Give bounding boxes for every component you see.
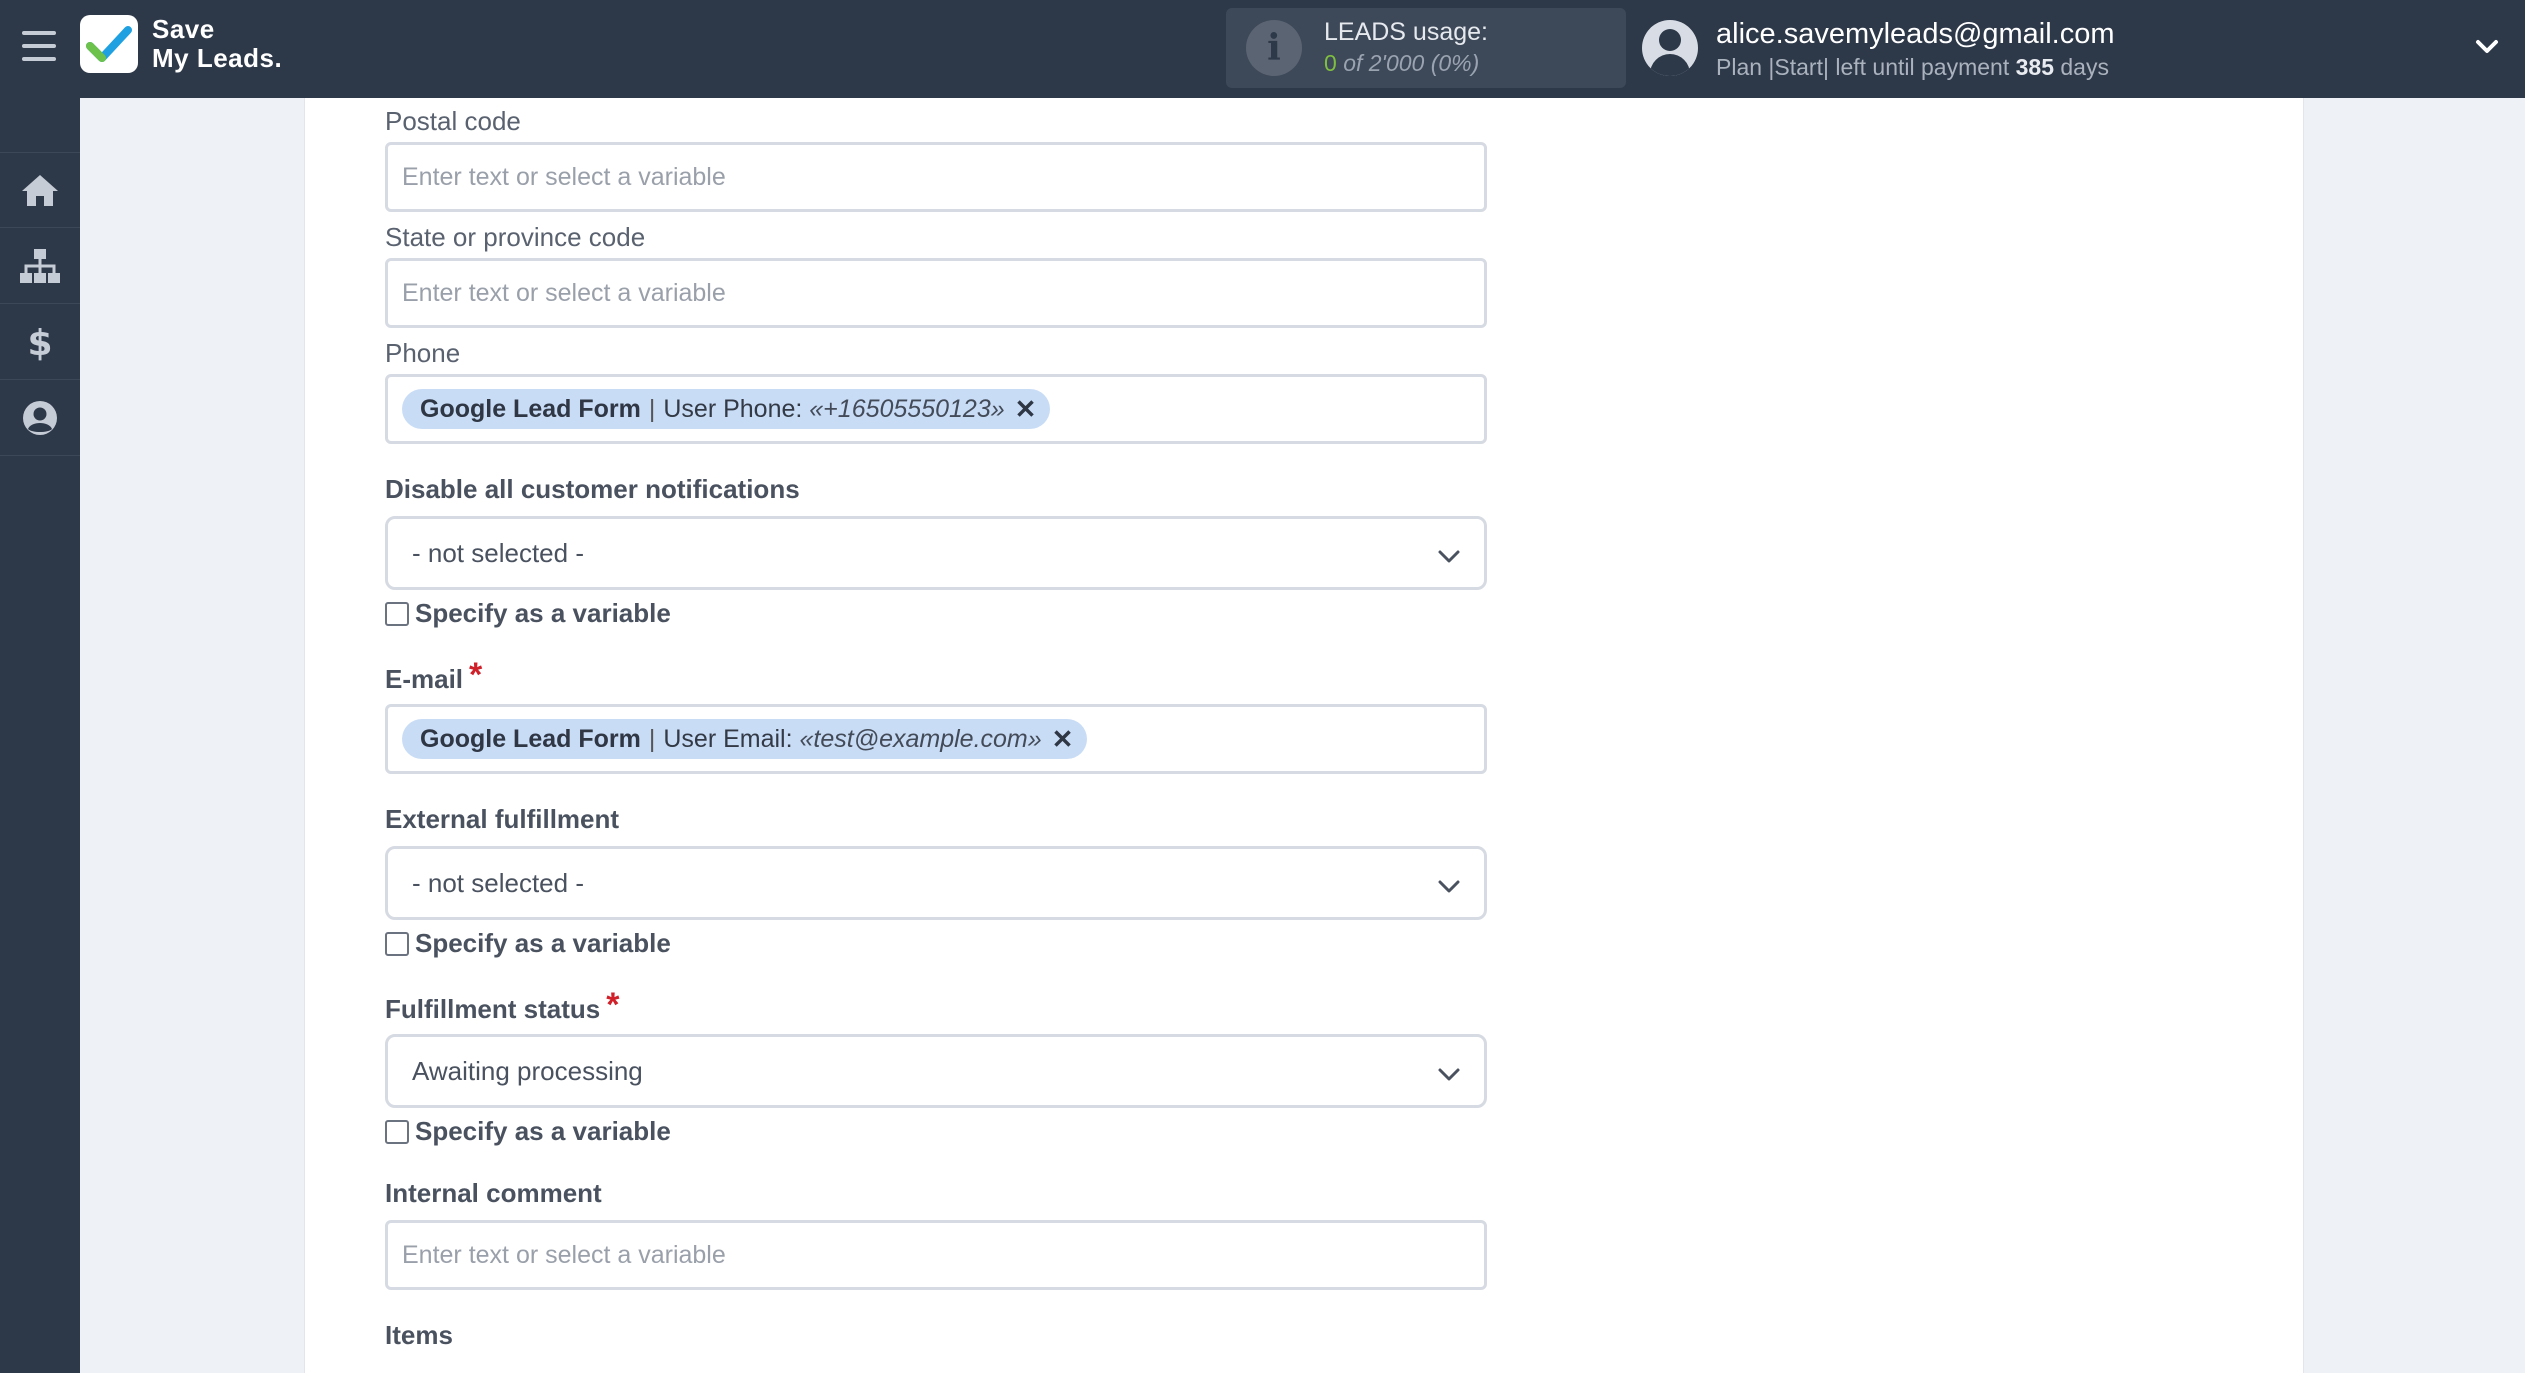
- required-mark: *: [606, 986, 620, 1024]
- user-plan: Plan |Start| left until payment 385 days: [1716, 54, 2109, 80]
- user-email: alice.savemyleads@gmail.com: [1716, 18, 2115, 50]
- dollar-icon: $: [27, 323, 52, 362]
- external-fulfillment-select[interactable]: - not selected -: [385, 846, 1487, 920]
- external-fulfillment-value: - not selected -: [412, 867, 584, 898]
- required-mark: *: [469, 656, 483, 694]
- logo-text: Save My Leads.: [152, 14, 283, 73]
- info-icon: i: [1246, 20, 1302, 76]
- email-label: E-mail *: [385, 656, 483, 694]
- main-panel: Postal code State or province code Phone…: [304, 98, 2304, 1373]
- remove-tag-icon[interactable]: ✕: [1052, 724, 1074, 755]
- leads-usage-value: 0 of 2'000 (0%): [1324, 50, 1480, 76]
- disable-notifications-value: - not selected -: [412, 537, 584, 568]
- chevron-down-icon[interactable]: [2474, 34, 2500, 60]
- phone-input[interactable]: Google Lead Form | User Phone: «+1650555…: [385, 374, 1487, 444]
- internal-comment-input[interactable]: [385, 1220, 1487, 1290]
- sidebar-item-home[interactable]: [0, 152, 80, 228]
- external-fulfillment-label: External fulfillment: [385, 804, 620, 834]
- checkbox-box[interactable]: [385, 1119, 409, 1144]
- remove-tag-icon[interactable]: ✕: [1015, 394, 1037, 425]
- avatar[interactable]: [1642, 20, 1698, 76]
- postal-code-label: Postal code: [385, 106, 521, 136]
- top-bar: Save My Leads. i LEADS usage: 0 of 2'000…: [0, 0, 2525, 98]
- disable-notifications-variable-checkbox[interactable]: Specify as a variable: [385, 598, 671, 629]
- fulfillment-status-select[interactable]: Awaiting processing: [385, 1034, 1487, 1108]
- email-input[interactable]: Google Lead Form | User Email: «test@exa…: [385, 704, 1487, 774]
- leads-usage-widget[interactable]: i LEADS usage: 0 of 2'000 (0%): [1226, 8, 1626, 88]
- internal-comment-label: Internal comment: [385, 1178, 602, 1208]
- sidebar-item-billing[interactable]: $: [0, 304, 80, 380]
- logo-check-icon: [80, 15, 138, 73]
- sitemap-icon: [20, 248, 60, 283]
- phone-variable-tag[interactable]: Google Lead Form | User Phone: «+1650555…: [402, 389, 1051, 429]
- fulfillment-status-variable-checkbox[interactable]: Specify as a variable: [385, 1116, 671, 1147]
- sidebar: $: [0, 98, 80, 1373]
- svg-text:$: $: [27, 323, 52, 362]
- email-variable-tag[interactable]: Google Lead Form | User Email: «test@exa…: [402, 719, 1088, 759]
- checkbox-box[interactable]: [385, 931, 409, 956]
- state-code-label: State or province code: [385, 222, 646, 252]
- leads-usage-title: LEADS usage:: [1324, 18, 1488, 46]
- menu-icon[interactable]: [22, 31, 56, 61]
- home-icon: [22, 175, 58, 206]
- sidebar-item-account[interactable]: [0, 380, 80, 456]
- checkbox-box[interactable]: [385, 601, 409, 626]
- external-fulfillment-variable-checkbox[interactable]: Specify as a variable: [385, 928, 671, 959]
- user-info[interactable]: alice.savemyleads@gmail.com Plan |Start|…: [1716, 16, 2115, 82]
- sidebar-item-connections[interactable]: [0, 228, 80, 304]
- phone-label: Phone: [385, 338, 461, 368]
- logo[interactable]: Save My Leads.: [80, 15, 282, 73]
- disable-notifications-select[interactable]: - not selected -: [385, 516, 1487, 590]
- user-circle-icon: [23, 400, 57, 435]
- chevron-down-icon: [1438, 880, 1460, 893]
- fulfillment-status-value: Awaiting processing: [412, 1055, 643, 1086]
- state-code-input[interactable]: [385, 258, 1487, 328]
- chevron-down-icon: [1438, 550, 1460, 563]
- chevron-down-icon: [1438, 1068, 1460, 1081]
- fulfillment-status-label: Fulfillment status *: [385, 986, 620, 1024]
- items-label: Items: [385, 1320, 453, 1350]
- postal-code-input[interactable]: [385, 142, 1487, 212]
- disable-notifications-label: Disable all customer notifications: [385, 474, 800, 504]
